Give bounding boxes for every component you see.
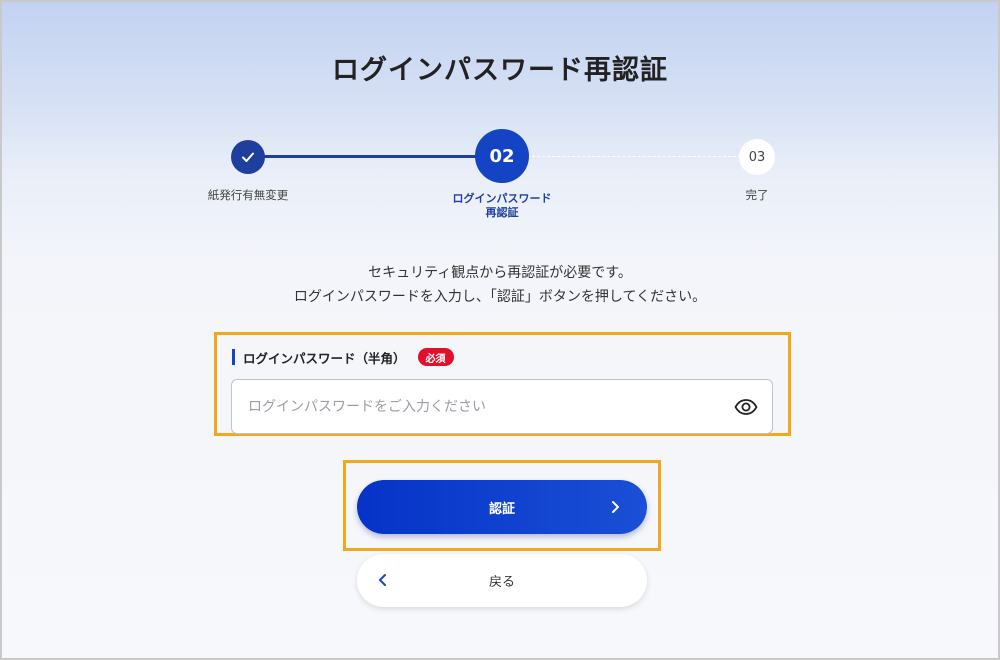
stepper-line-completed [248, 155, 502, 158]
back-button-label: 戻る [488, 575, 515, 590]
back-button[interactable]: 戻る [357, 554, 647, 607]
password-field-label: ログインパスワード（半角） 必須 [232, 348, 454, 366]
eye-icon[interactable] [734, 395, 758, 419]
authenticate-button-label: 認証 [488, 501, 515, 517]
page-title: ログインパスワード再認証 [332, 55, 668, 86]
step-3-number: 03 [748, 149, 766, 165]
step-2-number: 02 [489, 145, 515, 167]
authenticate-button[interactable]: 認証 [357, 480, 647, 534]
check-icon [242, 152, 254, 162]
instructions-line2: ログインパスワードを入力し、「認証」ボタンを押してください。 [293, 289, 707, 305]
step-2-label: ログインパスワード 再認証 [432, 192, 572, 220]
step-2-label-line1: ログインパスワード [452, 192, 552, 205]
page-frame: ログインパスワード再認証 02 03 紙発行有無変更 ログインパスワード 再認証… [0, 0, 1000, 660]
password-input[interactable] [248, 380, 718, 433]
step-1-circle [231, 140, 265, 174]
step-2-label-line2: 再認証 [485, 206, 519, 219]
stepper-line-pending [502, 156, 756, 157]
step-1-label: 紙発行有無変更 [207, 188, 289, 202]
step-2-circle: 02 [475, 129, 529, 183]
step-3-circle: 03 [739, 139, 775, 175]
label-accent-bar [232, 349, 235, 365]
password-input-box [231, 379, 773, 434]
chevron-left-icon [379, 574, 386, 586]
required-badge: 必須 [417, 348, 454, 366]
instructions-line1: セキュリティ観点から再認証が必要です。 [368, 265, 632, 281]
password-label-text: ログインパスワード（半角） [243, 350, 406, 366]
instructions: セキュリティ観点から再認証が必要です。 ログインパスワードを入力し、「認証」ボタ… [2, 261, 998, 309]
chevron-right-icon [612, 501, 619, 513]
step-3-label: 完了 [745, 188, 769, 202]
